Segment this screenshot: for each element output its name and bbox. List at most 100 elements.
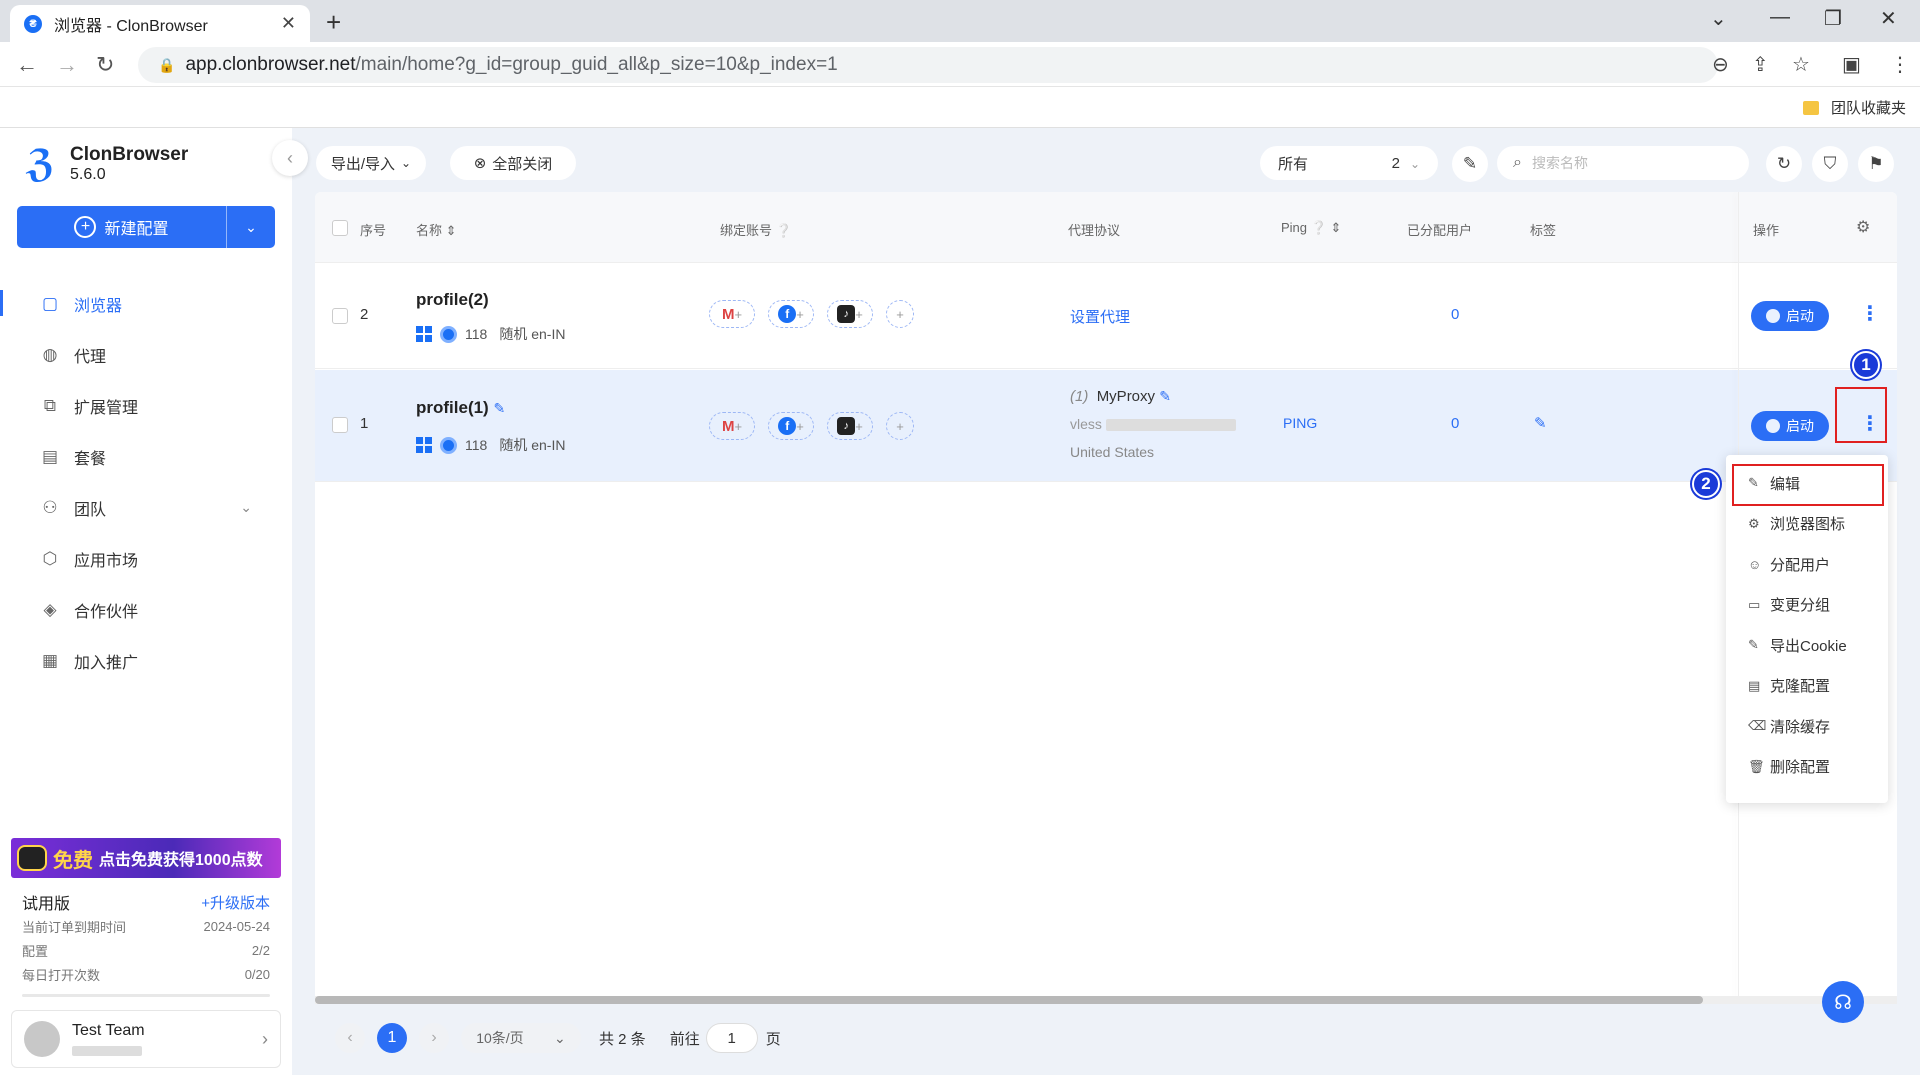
menu-item-clear-cache[interactable]: ⌫ 清除缓存: [1726, 706, 1888, 747]
sidebar-item-extensions[interactable]: ⧉ 扩展管理: [0, 380, 292, 431]
chevron-right-icon: ›: [262, 1028, 268, 1049]
bind-tiktok-button[interactable]: ♪ +: [827, 300, 873, 328]
forward-icon[interactable]: →: [56, 52, 78, 78]
profile-env: 随机 en-IN: [499, 437, 566, 453]
cube-icon: ⬡: [42, 548, 58, 568]
profile-name-wrap[interactable]: profile(1) ✎: [416, 398, 505, 418]
close-tab-icon[interactable]: ✕: [281, 13, 296, 34]
bind-facebook-button[interactable]: f +: [768, 412, 814, 440]
goto-page-input[interactable]: 1: [705, 1023, 758, 1053]
profile-name[interactable]: profile(2): [416, 290, 489, 310]
assigned-users-count[interactable]: 0: [1451, 415, 1459, 432]
tab-search-icon[interactable]: ⌄: [1710, 6, 1727, 31]
launch-button[interactable]: 启动: [1751, 301, 1829, 331]
menu-item-export-cookie[interactable]: ✎ 导出Cookie: [1726, 625, 1888, 666]
bind-tiktok-button[interactable]: ♪ +: [827, 412, 873, 440]
sidebar-item-promote[interactable]: ▦ 加入推广: [0, 635, 292, 686]
address-bar-row: ← → ↻ 🔒 app.clonbrowser.net/main/home?g_…: [0, 42, 1920, 87]
browser-tab[interactable]: ₴ 浏览器 - ClonBrowser ✕: [10, 5, 310, 42]
new-profile-button[interactable]: + 新建配置: [17, 206, 227, 248]
menu-item-delete[interactable]: 🗑 删除配置: [1726, 747, 1888, 788]
menu-item-label: 克隆配置: [1770, 678, 1831, 696]
user-email-redacted: [72, 1046, 142, 1056]
bookmark-button[interactable]: ⚑: [1858, 146, 1894, 182]
scrollbar-thumb[interactable]: [315, 996, 1703, 1004]
brand-name: ClonBrowser: [70, 144, 189, 165]
filter-button[interactable]: ⛉: [1812, 146, 1848, 182]
support-fab[interactable]: ☊: [1822, 981, 1864, 1023]
back-icon[interactable]: ←: [16, 52, 38, 78]
side-panel-icon[interactable]: ▣: [1842, 52, 1861, 77]
bind-more-button[interactable]: +: [886, 300, 914, 328]
chrome-icon: [440, 436, 457, 454]
bind-facebook-button[interactable]: f +: [768, 300, 814, 328]
zoom-icon[interactable]: ⊖: [1712, 52, 1729, 77]
collapse-sidebar-button[interactable]: ‹: [272, 140, 308, 176]
row-checkbox[interactable]: [332, 308, 348, 324]
bind-gmail-button[interactable]: M +: [709, 412, 755, 440]
promo-banner[interactable]: 免费 点击免费获得1000点数: [11, 838, 281, 878]
column-settings-icon[interactable]: ⚙: [1856, 217, 1870, 237]
group-select[interactable]: 所有 2 ⌄: [1260, 146, 1438, 180]
close-window-icon[interactable]: ✕: [1880, 6, 1897, 31]
profile-env: 随机 en-IN: [499, 326, 566, 342]
bind-gmail-button[interactable]: M +: [709, 300, 755, 328]
menu-item-clone[interactable]: ▤ 克隆配置: [1726, 666, 1888, 707]
export-import-button[interactable]: 导出/导入 ⌄: [316, 146, 426, 180]
select-all-checkbox[interactable]: [332, 220, 348, 236]
edit-group-button[interactable]: ✎: [1452, 146, 1488, 182]
search-input[interactable]: ⌕ 搜索名称: [1497, 146, 1749, 180]
new-profile-dropdown-chevron-icon[interactable]: ⌄: [227, 219, 275, 236]
row-checkbox[interactable]: [332, 417, 348, 433]
header-ping[interactable]: Ping ❔ ⇕: [1281, 220, 1341, 236]
table-row[interactable]: 2 profile(2) 118 随机 en-IN M + f + ♪ + + 设置代…: [315, 264, 1897, 369]
new-tab-icon[interactable]: +: [326, 7, 341, 38]
minimize-icon[interactable]: —: [1770, 6, 1790, 29]
assigned-users-count[interactable]: 0: [1451, 306, 1459, 323]
sidebar-item-partners[interactable]: ◈ 合作伙伴: [0, 584, 292, 635]
reload-icon[interactable]: ↻: [96, 52, 114, 78]
proxy-type: vless: [1070, 416, 1102, 432]
bookmark-team-folder[interactable]: 团队收藏夹: [1802, 97, 1906, 118]
plus-circle-icon: +: [74, 216, 97, 238]
share-icon[interactable]: ⇪: [1752, 52, 1769, 77]
menu-item-browser-icon[interactable]: ⚙ 浏览器图标: [1726, 504, 1888, 545]
more-actions-icon[interactable]: ⋮: [1860, 304, 1880, 324]
ping-button[interactable]: PING: [1283, 415, 1317, 431]
sidebar-item-plan[interactable]: ▤ 套餐: [0, 431, 292, 482]
menu-item-change-group[interactable]: ▭ 变更分组: [1726, 585, 1888, 626]
group-count: 2: [1391, 154, 1400, 172]
robot-icon: [17, 845, 47, 871]
menu-dots-icon[interactable]: ⋮: [1890, 52, 1910, 77]
edit-proxy-icon[interactable]: ✎: [1159, 388, 1171, 404]
prev-page-icon[interactable]: ‹: [335, 1023, 365, 1053]
edit-tags-icon[interactable]: ✎: [1534, 414, 1547, 432]
edit-name-icon[interactable]: ✎: [493, 400, 505, 416]
star-icon[interactable]: ☆: [1792, 52, 1810, 77]
page-1-button[interactable]: 1: [377, 1023, 407, 1053]
omnibox[interactable]: 🔒 app.clonbrowser.net/main/home?g_id=gro…: [138, 47, 1718, 83]
bind-more-button[interactable]: +: [886, 412, 914, 440]
next-page-icon[interactable]: ›: [419, 1023, 449, 1053]
set-proxy-link[interactable]: 设置代理: [1070, 306, 1130, 327]
sidebar-item-browser[interactable]: ▢ 浏览器: [0, 278, 292, 329]
user-card[interactable]: Test Team ›: [11, 1010, 281, 1068]
sidebar-item-team[interactable]: ⚇ 团队 ⌄: [0, 482, 292, 533]
maximize-icon[interactable]: ❐: [1824, 6, 1842, 31]
launch-button[interactable]: 启动: [1751, 411, 1829, 441]
launch-label: 启动: [1786, 308, 1814, 324]
horizontal-scrollbar[interactable]: [315, 996, 1897, 1004]
profile-name: profile(1): [416, 398, 489, 417]
pencil-icon: ✎: [1462, 154, 1478, 173]
page-size-select[interactable]: 10条/页 ⌄: [461, 1023, 581, 1053]
plan-usage-bar: [22, 994, 270, 997]
header-name[interactable]: 名称 ⇕: [416, 220, 457, 239]
table-row[interactable]: 1 profile(1) ✎ 118 随机 en-IN M + f + ♪ + + (…: [315, 370, 1897, 482]
browser-icon: ▢: [41, 293, 59, 313]
menu-item-assign-user[interactable]: ☺ 分配用户: [1726, 544, 1888, 585]
close-all-button[interactable]: ⊗ 全部关闭: [450, 146, 576, 180]
upgrade-link[interactable]: +升级版本: [201, 892, 270, 913]
refresh-button[interactable]: ↻: [1766, 146, 1802, 182]
sidebar-item-app-market[interactable]: ⬡ 应用市场: [0, 533, 292, 584]
sidebar-item-proxy[interactable]: ◍ 代理: [0, 329, 292, 380]
